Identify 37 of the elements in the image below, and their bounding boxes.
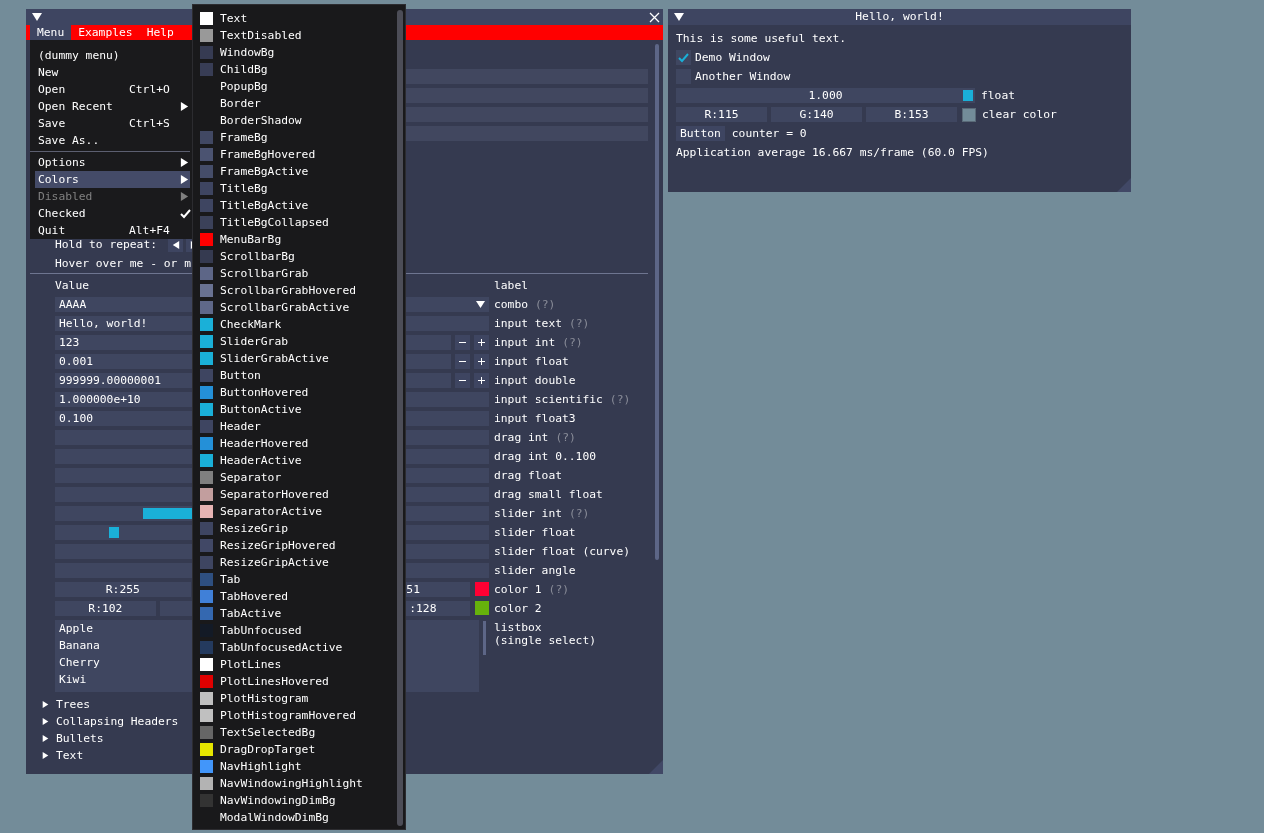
widget-label: input double <box>494 373 576 388</box>
widget-label: input float <box>494 354 569 369</box>
body-text: This is some useful text. <box>676 31 847 46</box>
window-title: Hello, world! <box>855 9 944 25</box>
widget-label: float <box>981 88 1015 103</box>
column-header: Value <box>55 278 89 293</box>
column-header: label <box>494 278 528 293</box>
widget-label: combo <box>494 297 528 312</box>
widget-label: drag int 0..100 <box>494 449 597 464</box>
widget-label: listbox (single select) <box>494 620 598 647</box>
hover-text: Hover over me - or m <box>55 256 192 271</box>
help-marker: (?) <box>548 582 569 597</box>
widget-label: slider float <box>494 525 576 540</box>
help-marker: (?) <box>555 430 576 445</box>
stats-text: Application average 16.667 ms/frame (60.0 FPS) <box>676 145 989 160</box>
help-marker: (?) <box>569 506 590 521</box>
help-marker: (?) <box>609 392 631 407</box>
widget-label: drag int <box>494 430 549 445</box>
widget-label: slider float (curve) <box>494 544 631 559</box>
widget-label: slider int <box>494 506 562 521</box>
counter-text: counter = 0 <box>731 126 807 141</box>
widget-label: input float3 <box>494 411 576 426</box>
widget-label: color 1 <box>494 582 542 597</box>
help-marker: (?) <box>535 297 556 312</box>
widget-label: input text <box>494 316 562 331</box>
widget-label: clear color <box>982 107 1057 122</box>
help-marker: (?) <box>569 316 590 331</box>
widget-label: color 2 <box>494 601 542 616</box>
widget-label: input scientific <box>494 392 603 407</box>
help-marker: (?) <box>562 335 583 350</box>
checkbox-label: Demo Window <box>695 50 770 65</box>
widget-label: drag float <box>494 468 562 483</box>
repeat-label: Hold to repeat: <box>55 237 158 252</box>
widget-label: slider angle <box>494 563 576 578</box>
widget-label: drag small float <box>494 487 603 502</box>
checkbox-label: Another Window <box>695 69 791 84</box>
widget-label: input int <box>494 335 556 350</box>
